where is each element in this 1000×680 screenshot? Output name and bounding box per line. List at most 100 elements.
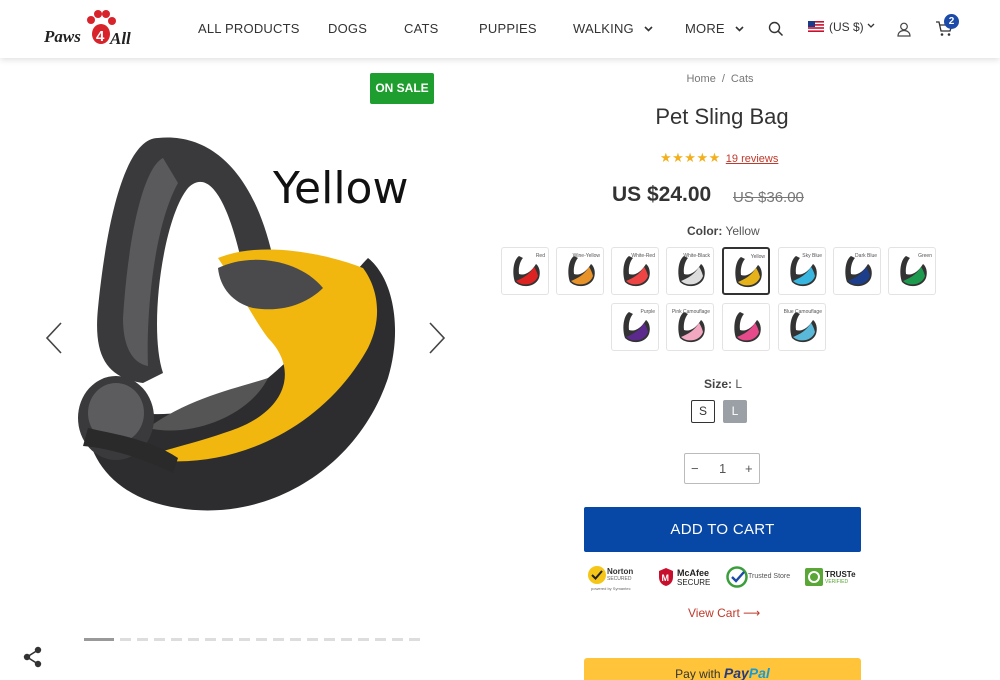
size-option-s[interactable]: S (691, 400, 715, 423)
on-sale-badge: ON SALE (370, 73, 434, 104)
logo[interactable]: Paws All 4 (44, 8, 152, 50)
color-swatch[interactable]: Green (888, 247, 936, 295)
color-swatch[interactable]: Purple (611, 303, 659, 351)
swatch-bag-image (623, 312, 650, 343)
truste-badge: TRUSTe VERIFIED (805, 562, 861, 592)
currency-selector[interactable]: (US $) (808, 20, 875, 34)
pagination-dot[interactable] (171, 638, 182, 641)
mcafee-shield-icon: M (659, 568, 673, 586)
nav-puppies[interactable]: PUPPIES (479, 21, 537, 36)
site-header: Paws All 4 ALL PRODUCTS DOGS CATS PUPPIE… (0, 0, 1000, 58)
color-swatch[interactable]: White-Red (611, 247, 659, 295)
color-value: Yellow (725, 224, 760, 238)
norton-secured-label: SECURED (607, 576, 632, 582)
sale-price: US $24.00 (612, 183, 712, 206)
nav-dogs[interactable]: DOGS (328, 21, 367, 36)
swatch-bag-image (623, 256, 650, 287)
pagination-dot[interactable] (290, 638, 301, 641)
quantity-stepper: − 1 + (684, 453, 760, 484)
swatch-bag-image (900, 256, 927, 287)
color-swatch[interactable]: Yellow (722, 247, 770, 295)
pagination-dot[interactable] (409, 638, 420, 641)
pagination-dot[interactable] (256, 638, 267, 641)
pagination-dot[interactable] (222, 638, 233, 641)
view-cart-link[interactable]: View Cart ⟶ (688, 606, 760, 620)
swatch-label: Sky Blue (802, 253, 822, 259)
swatch-label: Green (918, 253, 932, 259)
swatch-bag-image (735, 257, 762, 288)
share-icon[interactable] (23, 646, 43, 668)
color-swatch[interactable]: Wine-Yellow (556, 247, 604, 295)
paypal-logo: PayPal (724, 665, 770, 680)
chevron-down-icon (867, 23, 875, 28)
nav-all-products[interactable]: ALL PRODUCTS (198, 21, 300, 36)
star-rating: ★★★★★ (660, 150, 721, 165)
mcafee-secure-label: SECURE (677, 578, 711, 587)
quantity-input[interactable]: 1 (719, 461, 726, 476)
nav-walking[interactable]: WALKING (573, 21, 653, 36)
truste-verified-label: VERIFIED (825, 579, 849, 585)
prev-image-arrow[interactable] (45, 322, 63, 354)
pagination-dot[interactable] (154, 638, 165, 641)
chevron-down-icon (735, 26, 744, 32)
pagination-dot[interactable] (137, 638, 148, 641)
add-to-cart-button[interactable]: ADD TO CART (584, 507, 861, 552)
paypal-prefix: Pay with (675, 667, 721, 680)
pagination-dot[interactable] (358, 638, 369, 641)
svg-text:4: 4 (96, 28, 105, 45)
breadcrumb-home[interactable]: Home (686, 73, 715, 85)
swatch-label: Pink Camouflage (671, 309, 710, 315)
quantity-decrease-button[interactable]: − (691, 461, 699, 476)
product-title: Pet Sling Bag (655, 104, 789, 129)
pagination-dot[interactable] (188, 638, 199, 641)
norton-powered-label: powered by Symantec (591, 586, 631, 591)
mcafee-badge: M McAfee SECURE (657, 562, 713, 592)
pagination-dot[interactable] (205, 638, 216, 641)
cart-count-badge: 2 (944, 14, 959, 29)
pagination-dot[interactable] (324, 638, 335, 641)
swatch-label: Red (535, 253, 545, 259)
color-swatch[interactable]: Blue Camouflage (778, 303, 826, 351)
swatch-bag-image (678, 312, 705, 343)
currency-label: (US $) (829, 20, 864, 34)
size-label: Size: L (704, 377, 742, 391)
reviews-link[interactable]: 19 reviews (726, 153, 779, 165)
pagination-dot[interactable] (273, 638, 284, 641)
pagination-dot[interactable] (375, 638, 386, 641)
color-swatch[interactable]: Pink Camouflage (666, 303, 714, 351)
color-swatch[interactable] (722, 303, 770, 351)
pagination-dot[interactable] (392, 638, 403, 641)
paypal-logo-pay: Pay (723, 665, 749, 680)
search-icon[interactable] (768, 21, 784, 37)
norton-badge: Norton SECURED powered by Symantec (587, 562, 635, 592)
rating: ★★★★★ 19 reviews (660, 149, 778, 167)
color-swatch[interactable]: Red (501, 247, 549, 295)
chevron-down-icon (644, 26, 653, 32)
color-label: Color: Yellow (687, 224, 760, 238)
color-swatch[interactable]: Sky Blue (778, 247, 826, 295)
size-option-l[interactable]: L (723, 400, 747, 423)
color-swatch[interactable]: White-Black (666, 247, 714, 295)
pagination-dot[interactable] (341, 638, 352, 641)
trusted-store-check-icon (726, 566, 748, 588)
product-image[interactable]: Yellow (68, 128, 438, 548)
trusted-store-label: Trusted Store (748, 573, 791, 580)
user-icon[interactable] (897, 22, 911, 37)
swatch-label: Wine-Yellow (572, 253, 600, 259)
nav-cats[interactable]: CATS (404, 21, 439, 36)
next-image-arrow[interactable] (428, 322, 446, 354)
pagination-dot[interactable] (120, 638, 131, 641)
pagination-dot[interactable] (84, 638, 114, 641)
nav-more[interactable]: MORE (685, 21, 744, 36)
color-swatch[interactable]: Dark Blue (833, 247, 881, 295)
paypal-logo-pal: Pal (748, 665, 770, 680)
swatch-label: Purple (640, 309, 655, 315)
paypal-button[interactable]: Pay with PayPal (584, 658, 861, 680)
breadcrumb: Home / Cats (686, 73, 754, 85)
svg-text:All: All (109, 29, 131, 48)
pagination-dot[interactable] (239, 638, 250, 641)
breadcrumb-cats[interactable]: Cats (731, 73, 754, 85)
quantity-increase-button[interactable]: + (745, 461, 753, 476)
mcafee-label: McAfee (677, 568, 710, 578)
pagination-dot[interactable] (307, 638, 318, 641)
